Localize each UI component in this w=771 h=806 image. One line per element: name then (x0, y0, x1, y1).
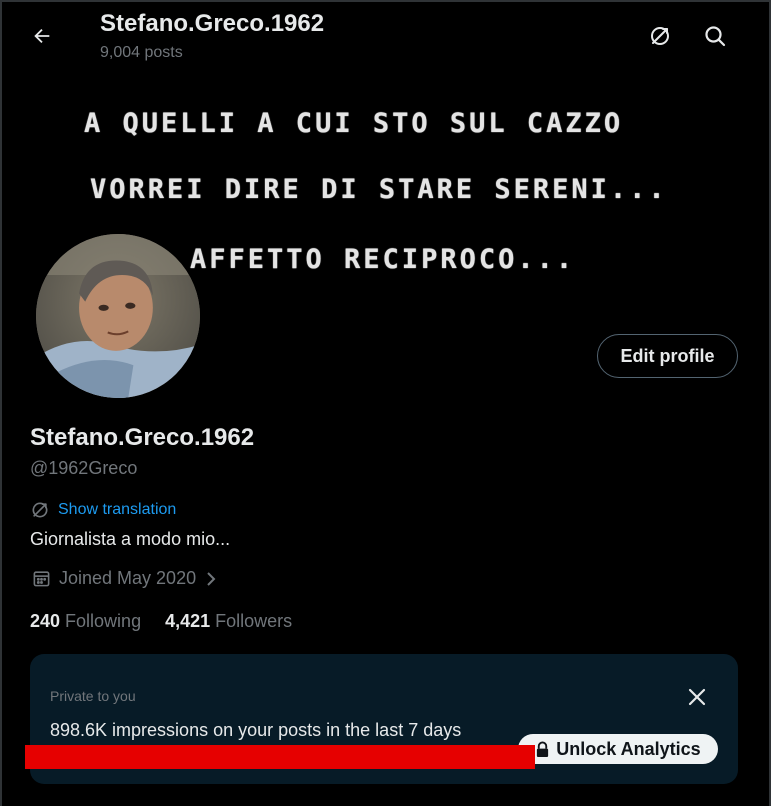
card-close-button[interactable] (682, 682, 712, 712)
followers-label: Followers (215, 611, 293, 631)
following-count: 240 (30, 611, 61, 631)
profile-header: Stefano.Greco.1962 9,004 posts (0, 0, 771, 72)
display-name: Stefano.Greco.1962 (30, 424, 255, 451)
search-button[interactable] (697, 18, 733, 54)
chevron-right-icon[interactable] (204, 570, 218, 588)
follow-stats: 240 Following 4,421 Followers (30, 611, 292, 632)
unlock-analytics-button[interactable]: Unlock Analytics (518, 734, 718, 764)
edit-profile-button[interactable]: Edit profile (597, 334, 738, 378)
close-icon (688, 688, 706, 706)
following-label: Following (65, 611, 142, 631)
show-translation-label: Show translation (58, 501, 177, 518)
posts-count: 9,004 posts (100, 44, 183, 61)
translate-button[interactable] (642, 18, 678, 54)
private-label: Private to you (50, 688, 136, 704)
calendar-icon (33, 571, 50, 587)
unlock-analytics-label: Unlock Analytics (556, 738, 701, 759)
back-button[interactable] (24, 18, 60, 54)
following-link[interactable]: 240 Following (30, 611, 141, 632)
handle: @1962Greco (30, 458, 138, 478)
joined-date: Joined May 2020 (32, 568, 218, 589)
banner-text-line: A QUELLI A CUI STO SUL CAZZO (84, 108, 624, 139)
banner-text-line: AFFETTO RECIPROCO... (190, 244, 576, 275)
lock-icon (537, 741, 549, 757)
joined-label: Joined May 2020 (59, 568, 197, 588)
redaction-bar (25, 745, 535, 769)
search-icon (705, 26, 726, 47)
translate-icon (651, 27, 669, 45)
followers-count: 4,421 (165, 611, 211, 631)
translate-icon (32, 502, 48, 518)
arrow-left-icon (34, 28, 50, 44)
show-translation-link[interactable]: Show translation (30, 500, 176, 520)
avatar[interactable] (32, 230, 204, 402)
followers-link[interactable]: 4,421 Followers (165, 611, 292, 632)
header-title: Stefano.Greco.1962 (100, 10, 325, 37)
avatar-photo (36, 234, 200, 398)
impressions-text: 898.6K impressions on your posts in the … (50, 720, 462, 740)
banner-text-line: VORREI DIRE DI STARE SERENI... (90, 174, 668, 205)
bio: Giornalista a modo mio... (30, 529, 231, 549)
